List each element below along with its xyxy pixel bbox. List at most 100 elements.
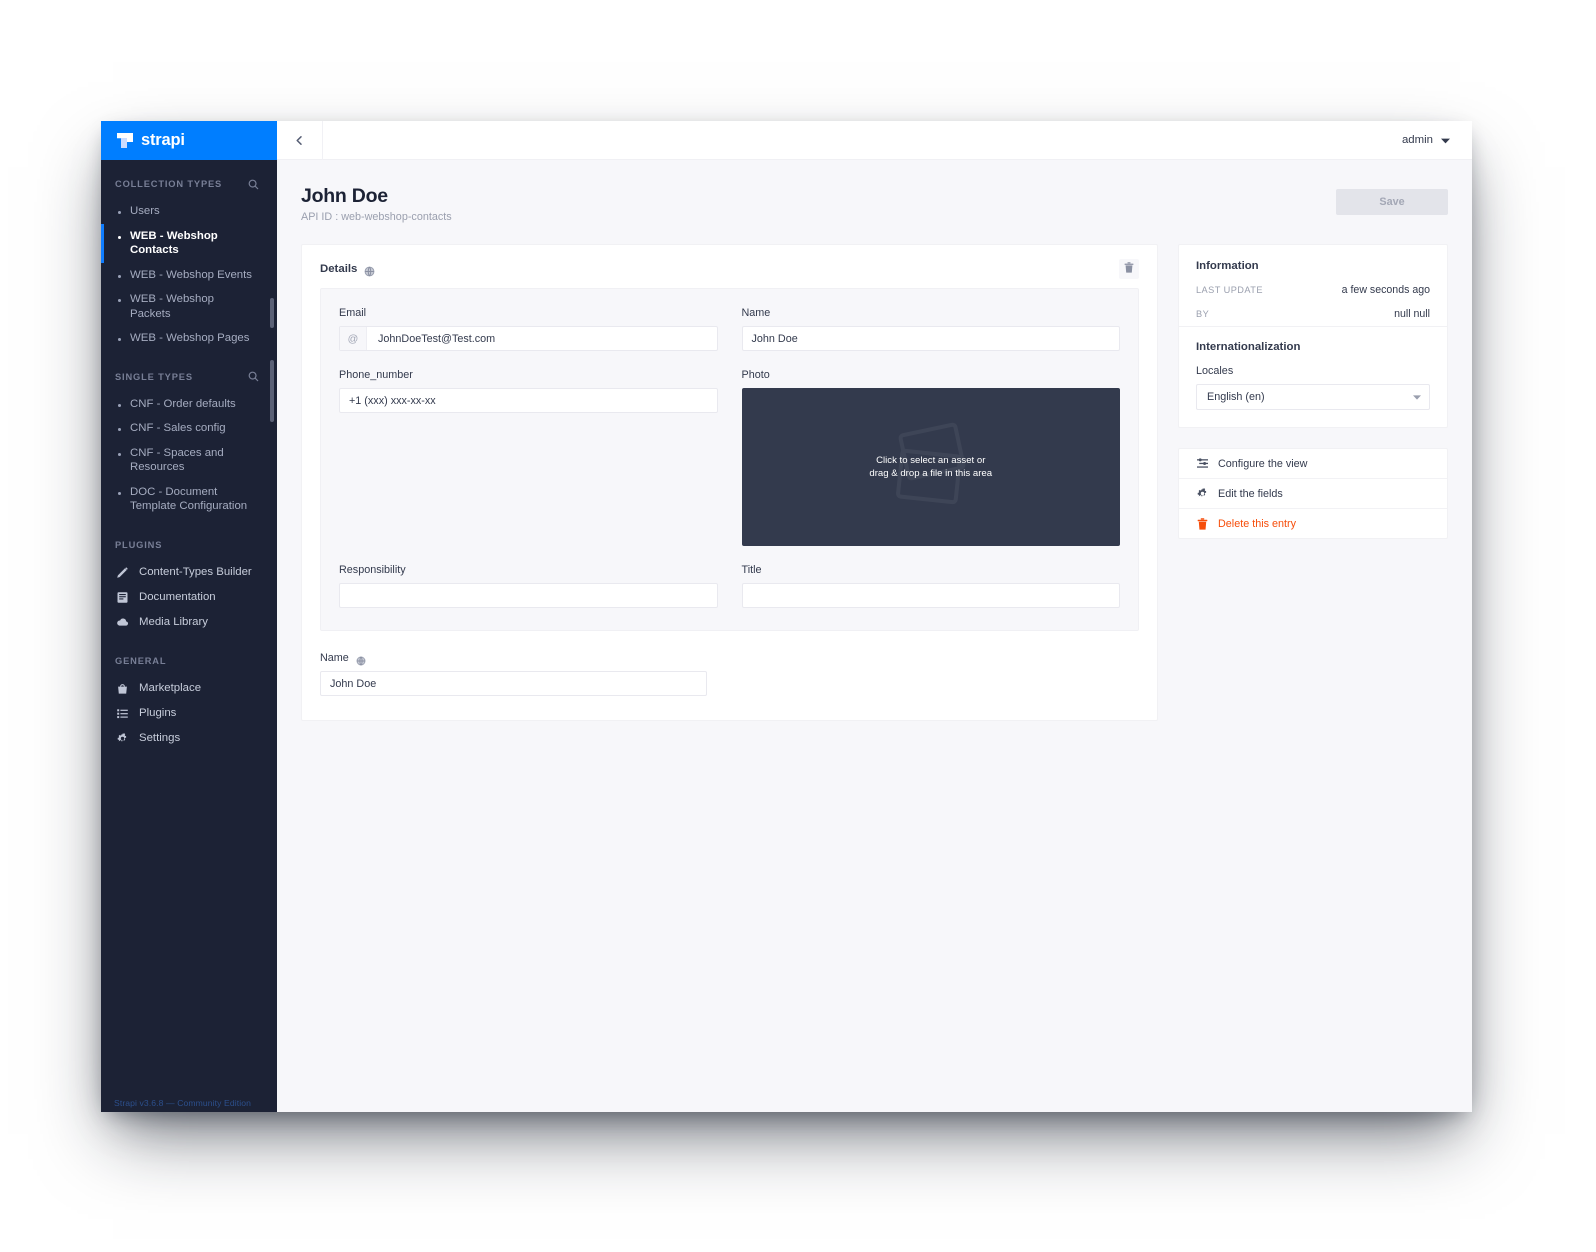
title-input[interactable] <box>741 583 1120 608</box>
sidebar-item-web-webshop-events[interactable]: WEB - Webshop Events <box>101 263 277 288</box>
search-icon[interactable] <box>248 179 259 190</box>
locale-select[interactable]: English (en) <box>1196 384 1430 410</box>
columns: Details Email @ JohnDoeTest@Test.com Nam… <box>301 244 1448 721</box>
locale-select-value: English (en) <box>1207 391 1265 403</box>
section-label: SINGLE TYPES <box>115 371 193 382</box>
back-button[interactable] <box>277 121 323 160</box>
sidebar-item-documentation[interactable]: Documentation <box>101 585 277 610</box>
delete-this-entry-link[interactable]: Delete this entry <box>1179 509 1447 538</box>
sidebar-item-settings[interactable]: Settings <box>101 726 277 751</box>
sidebar-item-marketplace[interactable]: Marketplace <box>101 676 277 701</box>
info-value: a few seconds ago <box>1341 284 1430 296</box>
info-row-last-update: LAST UPDATE a few seconds ago <box>1196 284 1430 296</box>
book-icon <box>116 591 129 604</box>
sidebar-item-label: WEB - Webshop Packets <box>130 293 214 320</box>
bullet-icon <box>118 235 121 239</box>
page-header: John Doe API ID : web-webshop-contacts S… <box>301 184 1448 223</box>
trash-icon <box>1124 260 1134 278</box>
sidebar-section-general: GENERAL <box>101 651 277 671</box>
sidebar-item-label: CNF - Order defaults <box>130 397 236 410</box>
admin-menu-button[interactable]: admin <box>1402 131 1472 149</box>
globe-icon <box>356 653 367 665</box>
field-email: Email @ JohnDoeTest@Test.com <box>339 307 718 351</box>
chevron-left-icon <box>294 135 305 146</box>
admin-username-label: admin <box>1401 134 1433 146</box>
bullet-icon <box>118 403 121 407</box>
info-key: LAST UPDATE <box>1196 285 1263 295</box>
outer-name-input[interactable]: John Doe <box>320 671 707 696</box>
brand-name: strapi <box>141 131 185 149</box>
save-button[interactable]: Save <box>1336 189 1448 215</box>
info-key: BY <box>1196 309 1210 319</box>
sidebar: strapi COLLECTION TYPES Users WEB - Webs… <box>101 121 277 1112</box>
sidebar-scrollbar-single[interactable] <box>270 360 274 422</box>
globe-icon <box>364 264 375 276</box>
component-title: Details <box>320 263 358 275</box>
sidebar-item-label: Plugins <box>139 707 177 719</box>
top-bar: admin <box>277 121 1472 160</box>
sidebar-item-label: WEB - Webshop Contacts <box>130 229 218 257</box>
bullet-icon <box>118 452 121 456</box>
phone-number-input[interactable]: +1 (xxx) xxx-xx-xx <box>339 388 718 413</box>
action-label: Edit the fields <box>1218 487 1283 500</box>
sidebar-item-cnf-sales-config[interactable]: CNF - Sales config <box>101 416 277 441</box>
panel-divider <box>1179 326 1447 327</box>
dropzone-line-1: Click to select an asset or <box>876 454 986 466</box>
trash-icon <box>1196 517 1209 530</box>
bullet-icon <box>118 338 121 341</box>
sidebar-item-users[interactable]: Users <box>101 199 277 224</box>
sidebar-item-content-types-builder[interactable]: Content-Types Builder <box>101 560 277 585</box>
sidebar-item-web-webshop-packets[interactable]: WEB - Webshop Packets <box>101 287 277 326</box>
sidebar-scrollbar-collection[interactable] <box>270 298 274 328</box>
field-photo: Photo Click to select an asset or drag &… <box>741 369 1120 546</box>
delete-component-button[interactable] <box>1119 259 1139 279</box>
sidebar-item-label: WEB - Webshop Events <box>130 268 252 281</box>
component-body: Email @ JohnDoeTest@Test.com Name John D… <box>320 288 1139 631</box>
sidebar-item-web-webshop-pages[interactable]: WEB - Webshop Pages <box>101 326 277 351</box>
search-icon[interactable] <box>248 371 259 382</box>
field-grid: Email @ JohnDoeTest@Test.com Name John D… <box>339 307 1120 608</box>
field-label: Responsibility <box>339 564 406 576</box>
brand-header[interactable]: strapi <box>101 121 277 160</box>
gear-icon <box>1196 487 1209 500</box>
email-input[interactable]: @ JohnDoeTest@Test.com <box>339 326 718 351</box>
dropzone-text: Click to select an asset or drag & drop … <box>869 454 992 481</box>
sidebar-item-cnf-spaces-and-resources[interactable]: CNF - Spaces and Resources <box>101 441 277 480</box>
field-label: Name <box>320 652 349 664</box>
information-title: Information <box>1196 260 1259 272</box>
at-icon: @ <box>340 327 367 350</box>
sidebar-section-single-types: SINGLE TYPES <box>101 367 277 387</box>
responsibility-input[interactable] <box>339 583 718 608</box>
sidebar-item-doc-document-template-configuration[interactable]: DOC - Document Template Configuration <box>101 480 277 519</box>
sidebar-item-web-webshop-contacts[interactable]: WEB - Webshop Contacts <box>101 223 277 263</box>
name-input-value: John Doe <box>751 332 798 345</box>
section-label: COLLECTION TYPES <box>115 179 223 189</box>
outer-name-input-value: John Doe <box>330 677 377 690</box>
field-outer-name: Name John Doe <box>320 652 1139 696</box>
sidebar-item-plugins[interactable]: Plugins <box>101 701 277 726</box>
sidebar-scroll-area[interactable]: COLLECTION TYPES Users WEB - Webshop Con… <box>101 160 277 1094</box>
info-value: null null <box>1394 308 1430 320</box>
sidebar-item-label: DOC - Document Template Configuration <box>130 485 248 513</box>
locales-label: Locales <box>1196 365 1234 377</box>
sidebar-section-plugins: PLUGINS <box>101 535 277 555</box>
section-label: PLUGINS <box>115 539 163 550</box>
field-name: Name John Doe <box>741 307 1120 351</box>
chevron-down-icon <box>1441 131 1450 149</box>
name-input[interactable]: John Doe <box>741 326 1120 351</box>
sidebar-item-cnf-order-defaults[interactable]: CNF - Order defaults <box>101 392 277 417</box>
sidebar-item-label: CNF - Spaces and Resources <box>130 446 224 474</box>
photo-dropzone[interactable]: Click to select an asset or drag & drop … <box>741 388 1120 546</box>
bullet-icon <box>118 211 121 214</box>
email-input-value: JohnDoeTest@Test.com <box>378 332 496 345</box>
sidebar-item-media-library[interactable]: Media Library <box>101 610 277 635</box>
field-label: Email <box>339 307 366 319</box>
sidebar-section-collection-types: COLLECTION TYPES <box>101 174 277 194</box>
edit-the-fields-link[interactable]: Edit the fields <box>1179 479 1447 509</box>
sidebar-footer: Strapi v3.6.8 — Community Edition <box>101 1094 277 1112</box>
form-card: Details Email @ JohnDoeTest@Test.com Nam… <box>301 244 1158 721</box>
gear-icon <box>116 732 129 745</box>
sidebar-item-label: Settings <box>139 732 181 744</box>
configure-the-view-link[interactable]: Configure the view <box>1179 449 1447 479</box>
version-label: Strapi v3.6.8 — Community Edition <box>114 1098 252 1108</box>
